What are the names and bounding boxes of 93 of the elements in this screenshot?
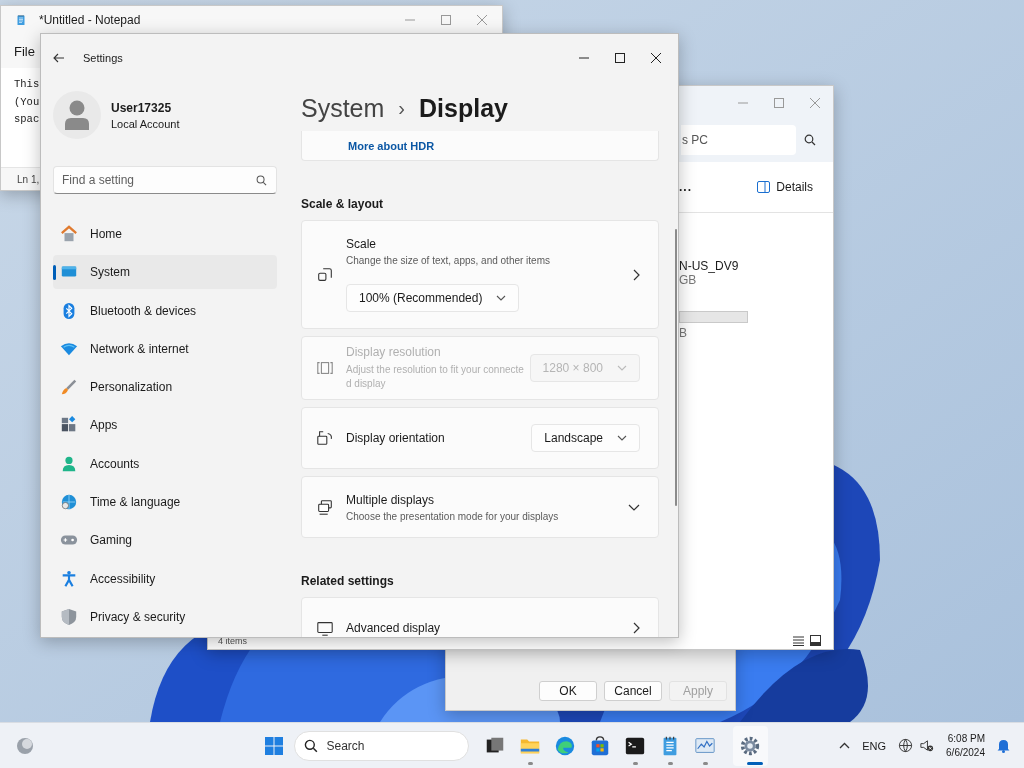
setting-description: Adjust the resolution to fit your connected display — [346, 363, 525, 391]
language-indicator[interactable]: ENG — [862, 739, 887, 752]
maximize-icon[interactable] — [615, 52, 625, 63]
chevron-right-icon[interactable] — [633, 268, 640, 281]
nav-item[interactable]: Apps — [53, 408, 277, 443]
setting-title: Scale — [346, 237, 378, 251]
window-title: Settings — [83, 51, 123, 64]
status-text: Ln 1, — [17, 173, 40, 185]
address-field[interactable]: s PC — [681, 125, 796, 155]
search-icon — [303, 738, 318, 753]
setting-card[interactable]: Advanced display — [301, 597, 659, 637]
nav-item[interactable]: Home — [53, 217, 277, 251]
shield-icon — [60, 607, 78, 626]
clock-date[interactable]: 6/6/2024 — [946, 747, 985, 758]
drive-name: N-US_DV9 — [679, 259, 739, 273]
chevron-up-icon[interactable] — [839, 742, 851, 749]
dropdown[interactable]: 100% (Recommended) — [346, 284, 520, 312]
chevron-down-icon — [617, 435, 627, 441]
details-button[interactable]: Details — [755, 178, 815, 196]
scrollbar-thumb[interactable] — [675, 229, 677, 506]
drive-free: B — [679, 326, 687, 340]
browser-icon — [554, 734, 576, 757]
list-view-icon[interactable] — [793, 636, 804, 646]
globe-icon — [60, 493, 78, 512]
page-title: Display — [419, 93, 508, 123]
start-icon[interactable] — [264, 735, 284, 756]
hdr-link[interactable]: More about HDR — [348, 139, 435, 152]
menu-item[interactable]: File — [14, 43, 35, 59]
text-line: spac — [14, 112, 40, 127]
nav-item[interactable]: System — [53, 255, 277, 290]
person-icon — [64, 100, 90, 130]
setting-card[interactable]: Scale Change the size of text, apps, and other items 100% (Recommended) — [301, 220, 659, 329]
breadcrumb-separator: › — [398, 96, 406, 120]
person-icon — [60, 454, 78, 473]
chevron-down-icon[interactable] — [628, 503, 640, 511]
setting-title: Display orientation — [346, 431, 446, 445]
text-line: This — [14, 77, 40, 92]
setting-description: Choose the presentation mode for your displays — [346, 510, 560, 522]
item-count: 4 items — [218, 636, 247, 646]
tiles-view-icon[interactable] — [810, 635, 821, 646]
accessibility-icon — [60, 569, 78, 588]
search-field[interactable]: Find a setting — [53, 166, 277, 194]
settings-icon — [739, 734, 761, 757]
nav-item[interactable]: Gaming — [53, 523, 277, 558]
store-icon — [589, 734, 611, 757]
close-icon[interactable] — [651, 52, 661, 63]
dropdown[interactable]: Landscape — [531, 424, 640, 452]
drive-size: GB — [679, 273, 697, 287]
section-heading: Scale & layout — [301, 196, 385, 213]
dialog-button[interactable]: OK — [539, 681, 597, 701]
search-icon[interactable] — [804, 134, 816, 146]
nav-item[interactable]: Personalization — [53, 370, 277, 405]
nav-item[interactable]: Network & internet — [53, 331, 277, 366]
dialog-button[interactable]: Cancel — [604, 681, 662, 701]
breadcrumb-parent[interactable]: System — [301, 93, 385, 123]
setting-card[interactable]: Display orientation Landscape — [301, 407, 659, 469]
back-icon[interactable] — [53, 52, 65, 63]
setting-title: Display resolution — [346, 345, 442, 359]
network-globe-icon[interactable] — [898, 738, 914, 753]
bell-icon[interactable] — [997, 738, 1010, 753]
search-icon — [256, 175, 267, 186]
chevron-down-icon — [496, 295, 507, 301]
multiple-screens-icon — [316, 498, 334, 516]
widgets-icon[interactable] — [15, 735, 35, 756]
nav-item[interactable]: Time & language — [53, 485, 277, 520]
nav-item[interactable]: Accounts — [53, 446, 277, 481]
home-icon — [60, 225, 78, 243]
notepad-icon — [15, 12, 27, 28]
speaker-muted-icon[interactable] — [919, 738, 935, 753]
setting-title: Multiple displays — [346, 492, 436, 507]
monitor-icon — [316, 619, 334, 637]
user-name: User17325 — [111, 100, 173, 115]
nav-item[interactable]: Accessibility — [53, 561, 277, 596]
account-type: Local Account — [111, 117, 180, 130]
chevron-right-icon[interactable] — [633, 622, 640, 634]
resize-icon — [316, 265, 334, 284]
panel-icon — [757, 181, 771, 193]
nav-item[interactable]: Bluetooth & devices — [53, 293, 277, 328]
text-line: (You — [14, 94, 40, 110]
section-heading: Related settings — [301, 573, 395, 590]
rotate-screen-icon — [316, 429, 334, 447]
setting-card[interactable]: Multiple displays Choose the presentation mode for your displays — [301, 476, 659, 538]
screen-brackets-icon — [316, 359, 334, 377]
clock-time[interactable]: 6:08 PM — [947, 733, 985, 744]
taskbar-search[interactable]: Search — [293, 730, 469, 761]
chevron-down-icon — [617, 365, 627, 371]
setting-title: Advanced display — [346, 621, 442, 635]
setting-description: Change the size of text, apps, and other items — [346, 255, 551, 266]
window-title: *Untitled - Notepad — [39, 13, 141, 27]
nav-item[interactable]: Privacy & security — [53, 599, 277, 634]
more-button[interactable]: ... — [679, 180, 692, 194]
usage-bar — [679, 311, 748, 323]
paintbrush-icon — [60, 378, 78, 397]
